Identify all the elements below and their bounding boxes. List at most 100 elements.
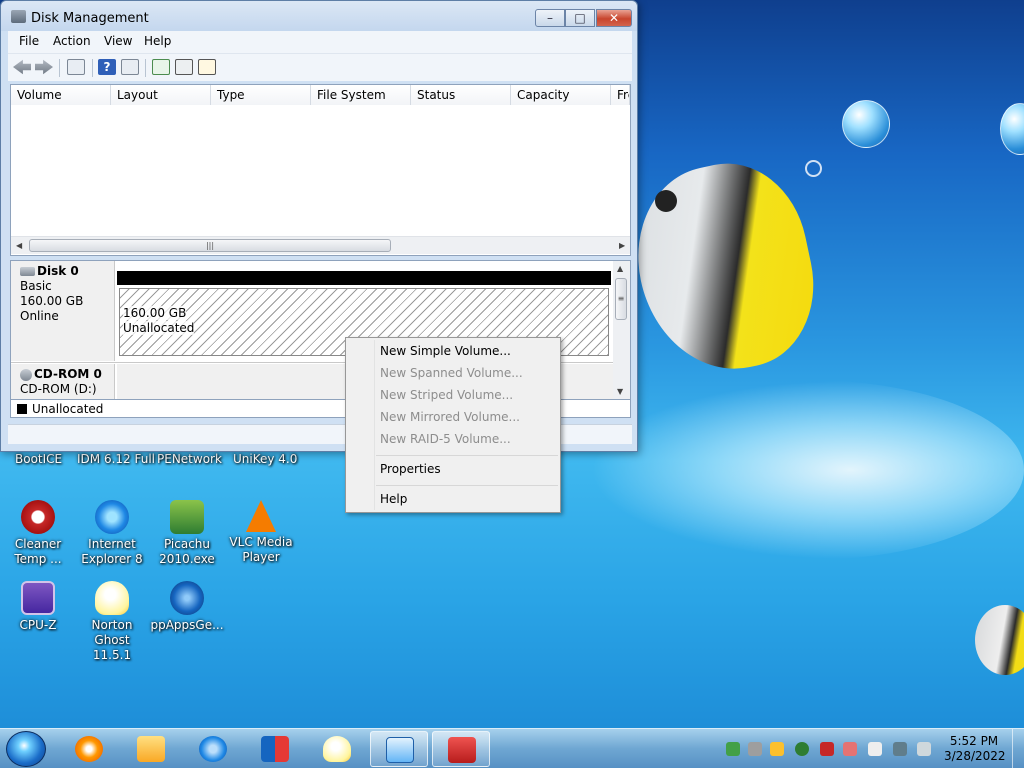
toolbar-separator	[59, 59, 60, 77]
scroll-left-icon[interactable]: ◀	[16, 241, 22, 250]
desktop-label-idm[interactable]: IDM 6.12 Full	[77, 452, 155, 466]
taskbar-toolbox[interactable]	[432, 731, 490, 767]
column-free[interactable]: Fre	[611, 85, 630, 105]
norton-ghost-icon	[95, 581, 129, 615]
menu-separator	[376, 455, 558, 456]
partition-label: Unallocated	[123, 321, 608, 336]
desktop-icon-norton-ghost[interactable]: Norton Ghost 11.5.1	[74, 581, 150, 663]
menu-file[interactable]: File	[19, 34, 39, 48]
wallpaper-fish-eye	[655, 190, 677, 212]
system-clock[interactable]: 5:52 PM 3/28/2022	[944, 734, 1006, 764]
disk-0-name-row: Disk 0	[20, 264, 114, 279]
column-status[interactable]: Status	[411, 85, 511, 105]
column-capacity[interactable]: Capacity	[511, 85, 611, 105]
taskbar-disk-management[interactable]	[370, 731, 428, 767]
cd-rom-0-type: CD-ROM (D:)	[20, 382, 97, 396]
menu-item-new-striped-volume: New Striped Volume...	[380, 388, 514, 402]
toolbar: ?	[8, 53, 632, 81]
ppapps-globe-icon	[170, 581, 204, 615]
cd-rom-0-label[interactable]: CD-ROM 0 CD-ROM (D:)	[11, 364, 115, 399]
unikey-icon	[261, 736, 289, 762]
desktop-icon-picachu[interactable]: Picachu 2010.exe	[149, 500, 225, 567]
taskbar-internet-explorer[interactable]	[184, 731, 242, 767]
volume-muted-icon[interactable]	[917, 742, 931, 756]
forward-arrow-icon[interactable]	[35, 59, 53, 75]
menu-item-properties[interactable]: Properties	[380, 462, 441, 476]
scroll-down-icon[interactable]: ▼	[617, 387, 623, 396]
wallpaper-splash	[590, 380, 1024, 560]
back-arrow-icon[interactable]	[13, 59, 31, 75]
minimize-button[interactable]: –	[535, 9, 565, 27]
disk-0-label[interactable]: Disk 0 Basic 160.00 GB Online	[11, 261, 115, 361]
play-tray-icon[interactable]	[795, 742, 809, 756]
media-player-icon	[75, 736, 103, 762]
tool-tray-icon[interactable]	[843, 742, 857, 756]
close-button[interactable]: ✕	[596, 9, 632, 27]
explorer-folder-icon	[137, 736, 165, 762]
action-center-flag-icon[interactable]	[868, 742, 882, 756]
scroll-right-icon[interactable]: ▶	[619, 241, 625, 250]
menu-item-help[interactable]: Help	[380, 492, 407, 506]
console-tree-icon[interactable]	[67, 59, 85, 75]
refresh-icon[interactable]	[152, 59, 170, 75]
menu-view[interactable]: View	[104, 34, 132, 48]
norton-ghost-icon	[323, 736, 351, 762]
drive-tray-icon[interactable]	[748, 742, 762, 756]
app-tray-icon[interactable]	[820, 742, 834, 756]
taskbar-norton-ghost[interactable]	[308, 731, 366, 767]
column-file-system[interactable]: File System	[311, 85, 411, 105]
icon-label: 2010.exe	[159, 552, 215, 566]
taskbar-unikey[interactable]	[246, 731, 304, 767]
desktop-icon-ppappsge[interactable]: ppAppsGe...	[149, 581, 225, 633]
menu-gutter	[374, 340, 375, 510]
hard-disk-icon	[20, 267, 35, 276]
network-tray-icon[interactable]	[893, 742, 907, 756]
desktop-label-unikey[interactable]: UniKey 4.0	[233, 452, 297, 466]
title-bar[interactable]: Disk Management – □ ✕	[1, 1, 637, 31]
start-button[interactable]	[6, 731, 46, 767]
icon-label: CPU-Z	[19, 618, 57, 632]
maximize-button[interactable]: □	[565, 9, 595, 27]
desktop-icon-cleaner[interactable]: Cleaner Temp ...	[0, 500, 76, 567]
properties-icon[interactable]	[175, 59, 193, 75]
column-type[interactable]: Type	[211, 85, 311, 105]
icon-label: Player	[242, 550, 280, 564]
desktop-icon-cpu-z[interactable]: CPU-Z	[0, 581, 76, 633]
taskbar-explorer[interactable]	[122, 731, 180, 767]
show-desktop-button[interactable]	[1012, 729, 1024, 768]
column-layout[interactable]: Layout	[111, 85, 211, 105]
icon-label: Temp ...	[14, 552, 62, 566]
legend-label: Unallocated	[32, 402, 104, 416]
menu-help[interactable]: Help	[144, 34, 171, 48]
scroll-thumb[interactable]: |||	[29, 239, 391, 252]
show-pane-icon[interactable]	[121, 59, 139, 75]
desktop-label-bootice[interactable]: BootICE	[15, 452, 62, 466]
menu-action[interactable]: Action	[53, 34, 91, 48]
horizontal-scrollbar[interactable]: ◀ ||| ▶	[11, 236, 630, 254]
desktop-label-penetwork[interactable]: PENetwork	[157, 452, 222, 466]
desktop-icon-vlc[interactable]: VLC Media Player	[223, 500, 299, 565]
icon-label: Cleaner	[14, 537, 62, 551]
disk-0-name: Disk 0	[37, 264, 79, 278]
menu-bar: File Action View Help	[8, 31, 632, 53]
security-tray-icon[interactable]	[770, 742, 784, 756]
settings-icon[interactable]	[198, 59, 216, 75]
help-icon[interactable]: ?	[98, 59, 116, 75]
menu-item-new-simple-volume[interactable]: New Simple Volume...	[380, 344, 511, 358]
volume-list[interactable]: Volume Layout Type File System Status Ca…	[10, 84, 631, 256]
icon-label: Ghost 11.5.1	[92, 633, 132, 662]
wallpaper-fish	[620, 149, 830, 386]
disk-0-size: 160.00 GB	[20, 294, 84, 308]
scroll-thumb[interactable]: ≡	[615, 278, 627, 320]
disk-management-icon	[386, 737, 414, 763]
scroll-up-icon[interactable]: ▲	[617, 264, 623, 273]
column-volume[interactable]: Volume	[11, 85, 111, 105]
network-globe-tray-icon[interactable]	[726, 742, 740, 756]
toolbar-separator	[145, 59, 146, 77]
icon-label: VLC Media	[229, 535, 293, 549]
disk-0-state: Online	[20, 309, 59, 323]
vertical-scrollbar[interactable]: ▲ ≡ ▼	[613, 261, 630, 399]
taskbar: 5:52 PM 3/28/2022	[0, 728, 1024, 768]
desktop-icon-internet-explorer[interactable]: Internet Explorer 8	[74, 500, 150, 567]
taskbar-media-player[interactable]	[60, 731, 118, 767]
